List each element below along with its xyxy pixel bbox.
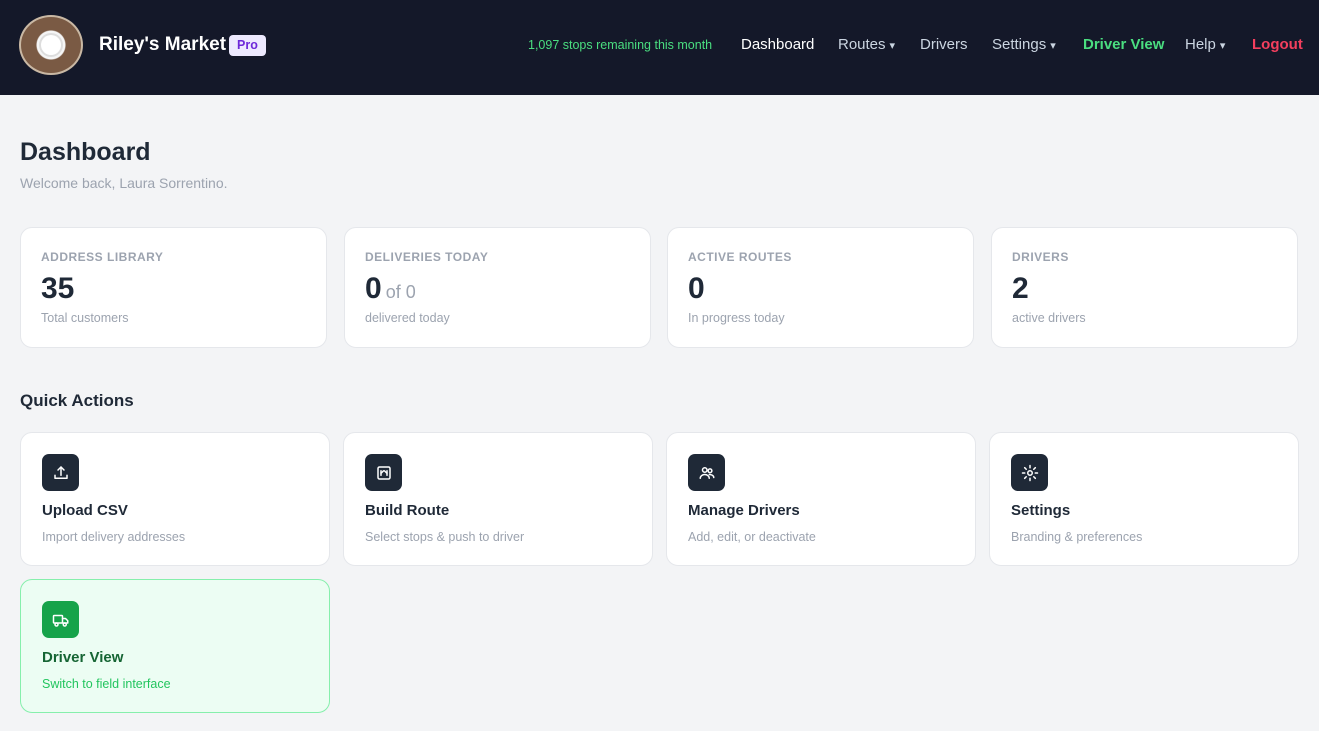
route-icon <box>365 454 402 491</box>
nav-settings-label: Settings <box>992 36 1047 53</box>
stat-value-wrap: 0 of 0 <box>365 272 416 306</box>
stat-subtitle: In progress today <box>688 311 785 325</box>
stat-label: DELIVERIES TODAY <box>365 250 489 264</box>
brand-name[interactable]: Riley's Market <box>99 34 226 56</box>
action-description: Import delivery addresses <box>42 530 186 544</box>
nav-dashboard[interactable]: Dashboard <box>741 36 814 53</box>
action-description: Switch to field interface <box>42 677 171 691</box>
nav-logout[interactable]: Logout <box>1252 36 1303 53</box>
gear-icon <box>1011 454 1048 491</box>
action-description: Select stops & push to driver <box>365 530 525 544</box>
stat-subtitle: active drivers <box>1012 311 1086 325</box>
action-title: Build Route <box>365 502 450 519</box>
stat-value: 0 <box>688 272 705 305</box>
nav-routes-label: Routes <box>838 36 886 53</box>
action-upload-csv[interactable]: Upload CSV Import delivery addresses <box>20 432 330 566</box>
stat-of-total: of 0 <box>385 282 416 302</box>
stat-label: ACTIVE ROUTES <box>688 250 792 264</box>
top-navbar: Riley's Market Pro 1,097 stops remaining… <box>0 0 1319 95</box>
stops-remaining-text: 1,097 stops remaining this month <box>528 38 713 52</box>
nav-help[interactable]: Help ▾ <box>1185 36 1225 53</box>
stat-card-drivers: DRIVERS 2 active drivers <box>991 227 1298 348</box>
nav-drivers[interactable]: Drivers <box>920 36 968 53</box>
nav-driver-view[interactable]: Driver View <box>1083 36 1164 53</box>
stat-card-active-routes: ACTIVE ROUTES 0 In progress today <box>667 227 974 348</box>
chevron-down-icon: ▾ <box>889 40 896 52</box>
brand-logo[interactable] <box>19 15 83 75</box>
stat-value: 35 <box>41 272 75 305</box>
stat-card-deliveries-today: DELIVERIES TODAY 0 of 0 delivered today <box>344 227 651 348</box>
stat-subtitle: Total customers <box>41 311 129 325</box>
page-title: Dashboard <box>20 138 151 166</box>
stat-label: DRIVERS <box>1012 250 1069 264</box>
upload-icon <box>42 454 79 491</box>
action-title: Upload CSV <box>42 502 128 519</box>
chevron-down-icon: ▾ <box>1219 40 1226 52</box>
action-manage-drivers[interactable]: Manage Drivers Add, edit, or deactivate <box>666 432 976 566</box>
action-description: Branding & preferences <box>1011 530 1143 544</box>
welcome-message: Welcome back, Laura Sorrentino. <box>20 175 228 191</box>
action-title: Manage Drivers <box>688 502 800 519</box>
users-icon <box>688 454 725 491</box>
action-title: Driver View <box>42 649 124 666</box>
stat-value: 0 <box>365 272 382 305</box>
nav-routes[interactable]: Routes ▾ <box>838 36 895 53</box>
stat-label: ADDRESS LIBRARY <box>41 250 164 264</box>
action-driver-view[interactable]: Driver View Switch to field interface <box>20 579 330 713</box>
stat-value: 2 <box>1012 272 1029 305</box>
action-settings[interactable]: Settings Branding & preferences <box>989 432 1299 566</box>
nav-help-label: Help <box>1185 36 1216 53</box>
action-description: Add, edit, or deactivate <box>688 530 816 544</box>
stat-subtitle: delivered today <box>365 311 450 325</box>
action-build-route[interactable]: Build Route Select stops & push to drive… <box>343 432 653 566</box>
nav-settings[interactable]: Settings ▾ <box>992 36 1056 53</box>
stat-card-address-library: ADDRESS LIBRARY 35 Total customers <box>20 227 327 348</box>
chevron-down-icon: ▾ <box>1050 40 1056 52</box>
truck-icon <box>42 601 79 638</box>
plan-badge: Pro <box>229 35 266 56</box>
quick-actions-heading: Quick Actions <box>20 391 134 410</box>
action-title: Settings <box>1011 502 1071 519</box>
